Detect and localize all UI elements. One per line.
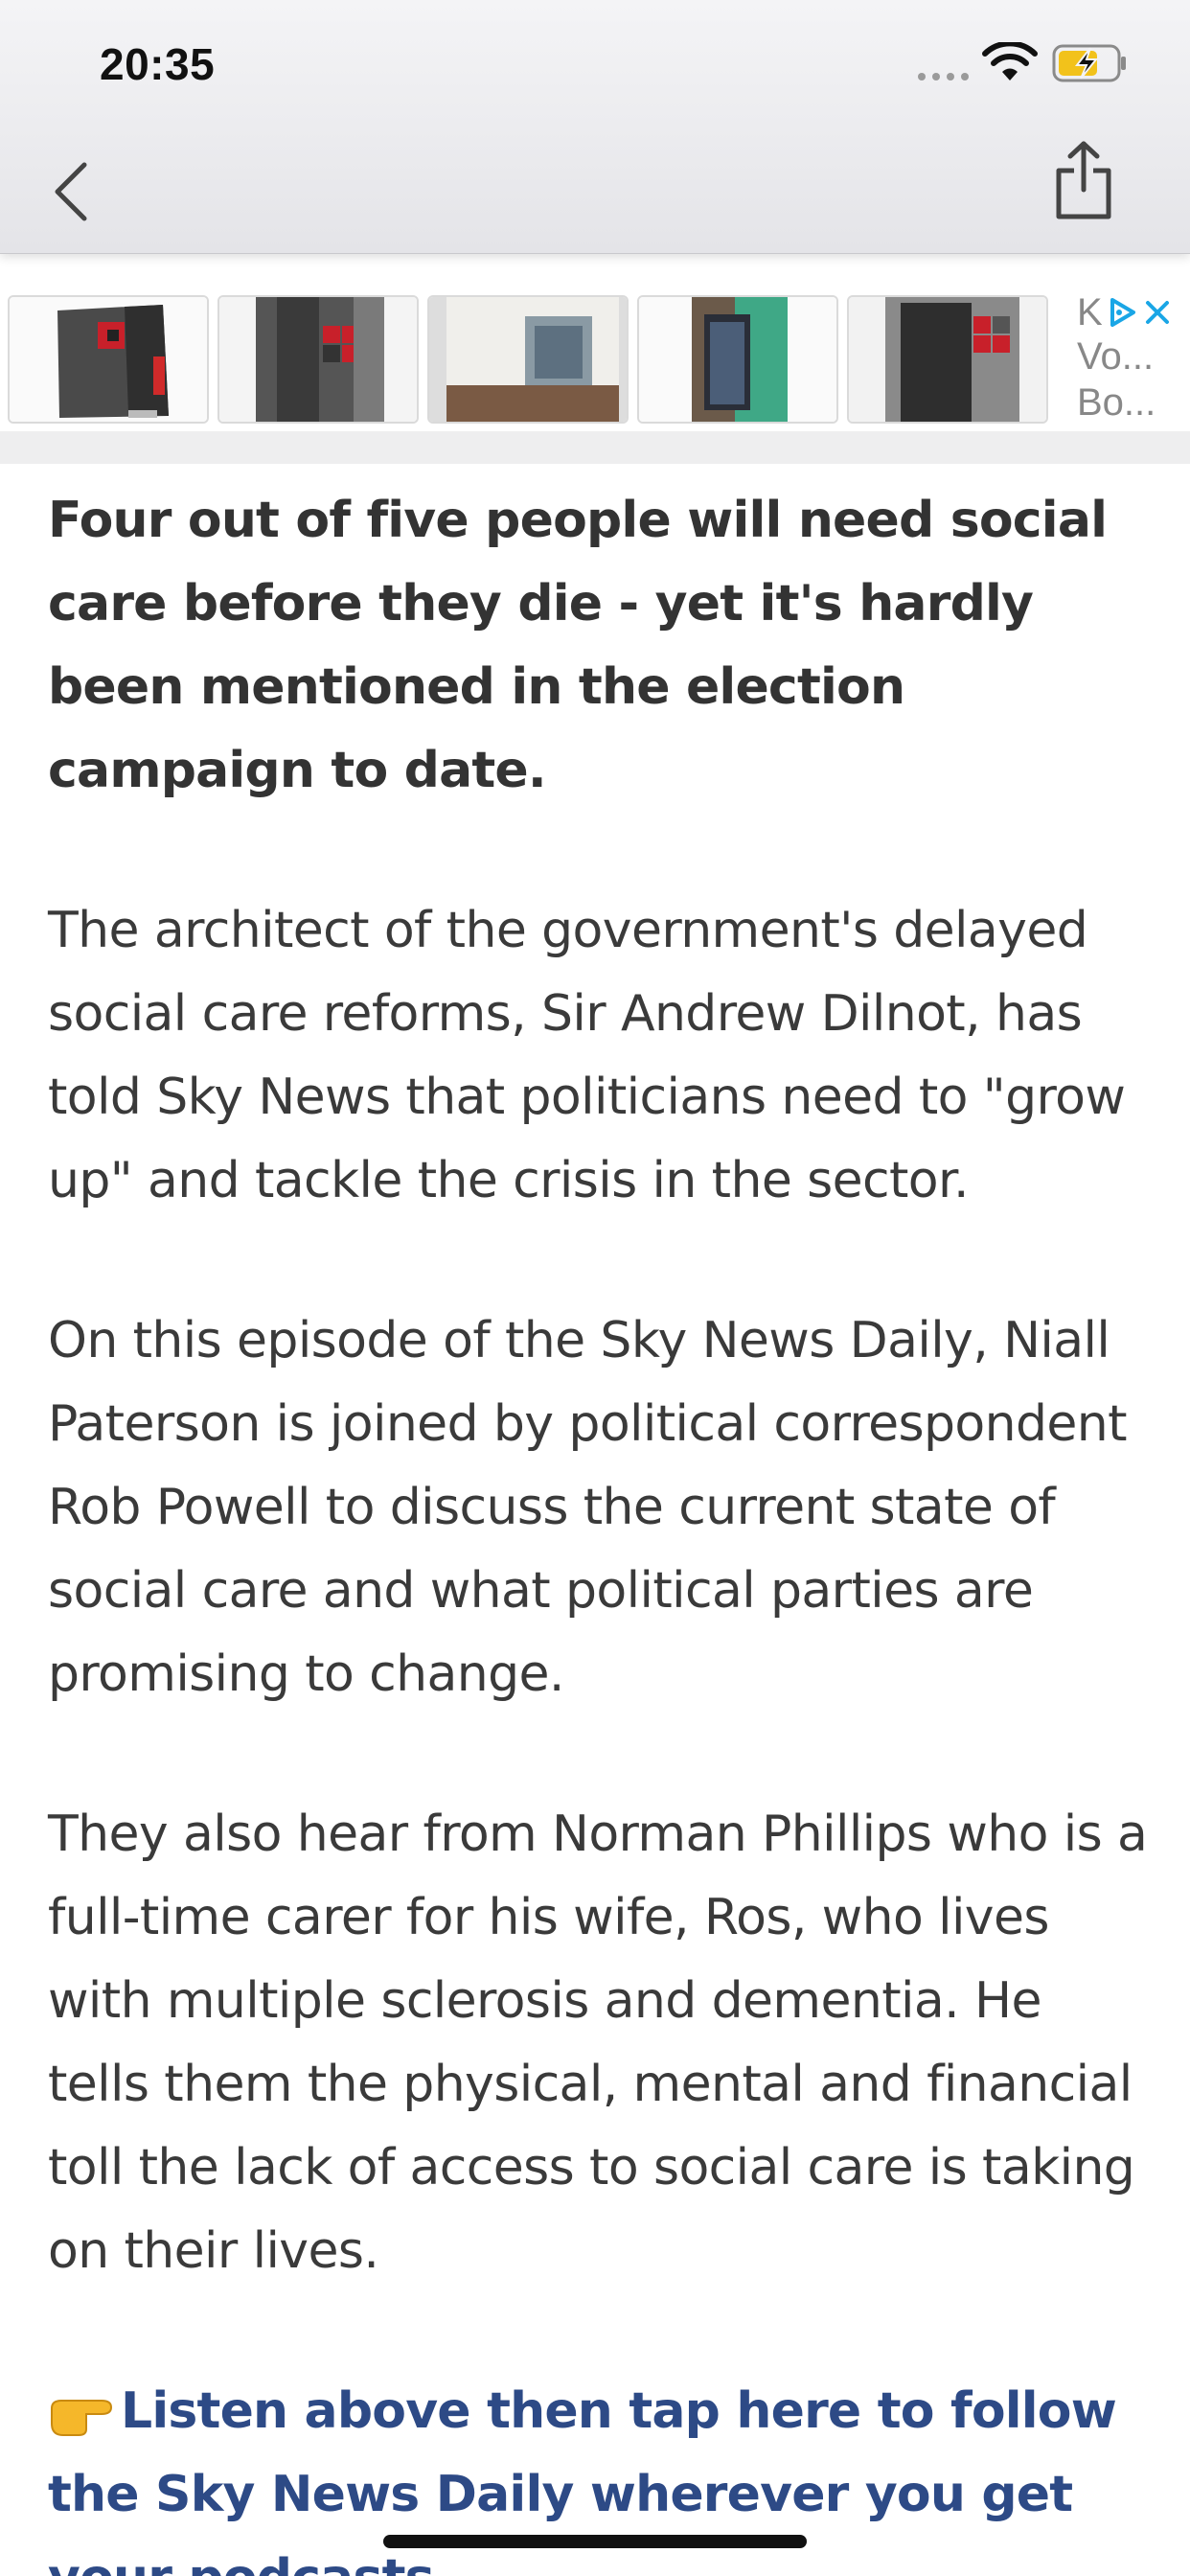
ad-separator	[0, 431, 1190, 464]
close-icon	[1145, 301, 1169, 324]
battery-charging-icon	[1052, 44, 1129, 86]
share-button[interactable]	[1044, 132, 1123, 228]
article-paragraph: On this episode of the Sky News Daily, N…	[48, 1312, 1128, 1703]
status-time: 20:35	[100, 39, 216, 89]
ad-text[interactable]: K Vo... Bo...	[1064, 288, 1190, 431]
article-body: Four out of five people will need social…	[48, 479, 1150, 2576]
home-indicator[interactable]	[383, 2535, 807, 2548]
article-lead: Four out of five people will need social…	[48, 492, 1108, 799]
article-paragraph: They also hear from Norman Phillips who …	[48, 1806, 1148, 2280]
ad-banner[interactable]: K Vo... Bo...	[0, 288, 1190, 431]
cellular-signal-icon	[918, 73, 969, 80]
chevron-left-icon	[55, 162, 87, 221]
ad-image-booth-2[interactable]	[217, 295, 419, 424]
pointing-hand-icon	[51, 2400, 113, 2436]
wifi-icon	[981, 40, 1039, 88]
ad-image-booth-3[interactable]	[427, 295, 629, 424]
navigation-header: 20:35	[0, 0, 1190, 254]
share-icon	[1056, 141, 1111, 219]
ad-brand-letter: K	[1077, 291, 1103, 334]
back-button[interactable]	[42, 153, 100, 230]
ad-image-booth-5[interactable]	[847, 295, 1048, 424]
ad-image-booth-1[interactable]	[8, 295, 209, 424]
adchoices-badge[interactable]: K	[1077, 289, 1172, 335]
ad-title: Vo...	[1077, 335, 1155, 378]
ad-image-booth-4[interactable]	[637, 295, 838, 424]
article-screen: 20:35 K Vo... Bo... Four out of five peo…	[0, 0, 1190, 2576]
adchoices-icon	[1110, 298, 1135, 327]
ad-subtitle: Bo...	[1077, 381, 1156, 424]
article-paragraph: The architect of the government's delaye…	[48, 902, 1126, 1209]
